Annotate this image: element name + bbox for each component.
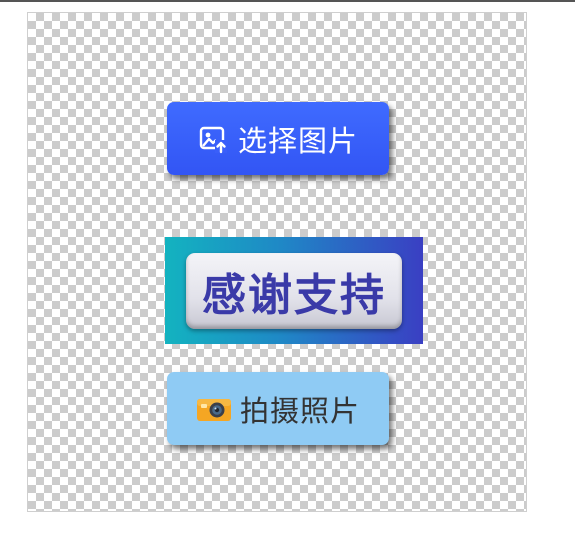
take-photo-label: 拍摄照片	[239, 393, 360, 428]
top-border	[0, 0, 575, 2]
thanks-support-button[interactable]: 感谢支持	[165, 237, 423, 344]
select-image-button[interactable]: 选择图片	[167, 102, 389, 175]
take-photo-button[interactable]: 拍摄照片	[167, 372, 389, 445]
camera-icon	[196, 395, 232, 423]
select-image-label: 选择图片	[237, 123, 358, 158]
image-upload-icon	[198, 124, 228, 154]
thanks-support-plate: 感谢支持	[186, 252, 402, 329]
transparent-canvas: 选择图片 感谢支持 拍摄照片	[27, 12, 527, 512]
thanks-support-label: 感谢支持	[202, 269, 386, 321]
